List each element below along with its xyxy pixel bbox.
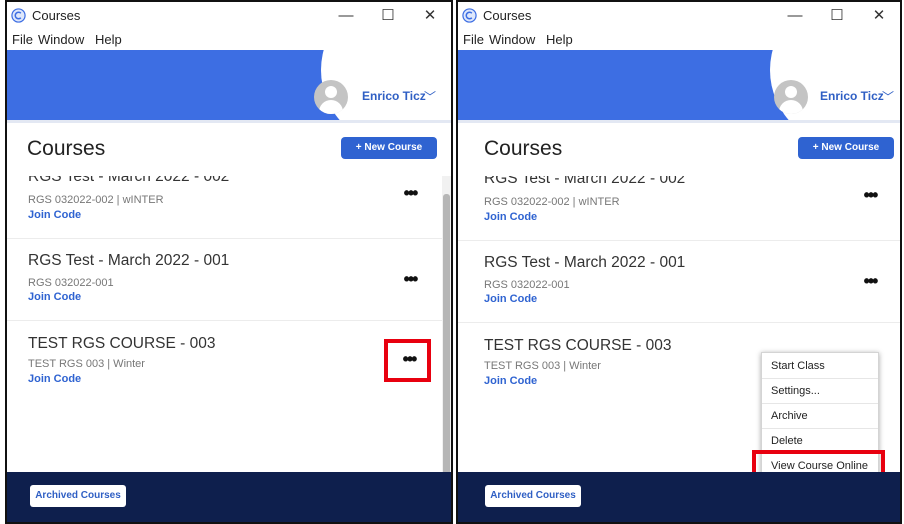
minimize-button[interactable]: — (325, 4, 367, 28)
courses-window-left: Courses — ☐ ✕ File Window Help Enrico Ti… (5, 0, 453, 524)
highlight-box (384, 339, 431, 382)
footer-bar: Archived Courses (7, 472, 451, 522)
join-code-link[interactable]: Join Code (28, 291, 81, 303)
window-title: Courses (32, 8, 81, 23)
minimize-button[interactable]: — (774, 4, 816, 28)
menu-help[interactable]: Help (546, 32, 573, 47)
courses-app-icon (462, 8, 477, 23)
course-item[interactable]: RGS Test - March 2022 - 001 RGS 032022-0… (7, 238, 451, 321)
more-options-icon[interactable]: ••• (855, 186, 885, 208)
course-title: TEST RGS COURSE - 003 (28, 335, 216, 352)
menu-item-start-class[interactable]: Start Class (762, 355, 878, 379)
user-name[interactable]: Enrico Ticz (362, 89, 426, 103)
more-options-icon[interactable]: ••• (395, 184, 425, 206)
maximize-button[interactable]: ☐ (816, 4, 858, 28)
close-button[interactable]: ✕ (409, 4, 451, 28)
avatar-icon[interactable] (314, 80, 348, 114)
course-item[interactable]: RGS Test - March 2022 - 002 RGS 032022-0… (458, 176, 900, 241)
join-code-link[interactable]: Join Code (28, 373, 81, 385)
course-item[interactable]: RGS Test - March 2022 - 001 RGS 032022-0… (458, 240, 900, 323)
course-item[interactable]: RGS Test - March 2022 - 002 RGS 032022-0… (7, 176, 451, 239)
course-list: RGS Test - March 2022 - 002 RGS 032022-0… (7, 176, 451, 472)
course-meta: TEST RGS 003 | Winter (28, 358, 145, 370)
window-title: Courses (483, 8, 532, 23)
menu-window[interactable]: Window (38, 32, 84, 47)
course-meta: RGS 032022-002 | wINTER (28, 194, 164, 206)
menu-item-label: Delete (771, 435, 803, 447)
courses-app-icon (11, 8, 26, 23)
course-title: RGS Test - March 2022 - 002 (28, 176, 230, 185)
archived-courses-button[interactable]: Archived Courses (485, 485, 581, 507)
join-code-link[interactable]: Join Code (484, 211, 537, 223)
chevron-down-icon[interactable]: ﹀ (424, 88, 436, 105)
course-meta: RGS 032022-001 (484, 279, 570, 291)
avatar-icon[interactable] (774, 80, 808, 114)
menu-bar: File Window Help (458, 30, 900, 50)
join-code-link[interactable]: Join Code (28, 209, 81, 221)
menu-item-archive[interactable]: Archive (762, 405, 878, 429)
course-meta: RGS 032022-001 (28, 277, 114, 289)
menu-file[interactable]: File (463, 32, 484, 47)
new-course-button[interactable]: + New Course (341, 137, 437, 159)
chevron-down-icon[interactable]: ﹀ (882, 88, 894, 105)
menu-file[interactable]: File (12, 32, 33, 47)
menu-item-settings[interactable]: Settings... (762, 380, 878, 404)
title-bar: Courses — ☐ ✕ (458, 2, 900, 30)
maximize-button[interactable]: ☐ (367, 4, 409, 28)
user-name[interactable]: Enrico Ticz (820, 89, 884, 103)
join-code-link[interactable]: Join Code (484, 375, 537, 387)
menu-bar: File Window Help (7, 30, 451, 50)
course-title: TEST RGS COURSE - 003 (484, 337, 672, 354)
course-title: RGS Test - March 2022 - 001 (484, 254, 686, 271)
footer-bar: Archived Courses (458, 472, 900, 522)
courses-window-right: Courses — ☐ ✕ File Window Help Enrico Ti… (456, 0, 902, 524)
menu-item-label: Start Class (771, 360, 825, 372)
course-meta: TEST RGS 003 | Winter (484, 360, 601, 372)
new-course-button[interactable]: + New Course (798, 137, 894, 159)
close-button[interactable]: ✕ (858, 4, 900, 28)
course-meta: RGS 032022-002 | wINTER (484, 196, 620, 208)
course-title: RGS Test - March 2022 - 001 (28, 252, 230, 269)
header-banner (458, 50, 900, 120)
menu-window[interactable]: Window (489, 32, 535, 47)
archived-courses-button[interactable]: Archived Courses (30, 485, 126, 507)
courses-header: Courses + New Course (7, 120, 451, 179)
page-title: Courses (27, 137, 106, 160)
course-title: RGS Test - March 2022 - 002 (484, 176, 686, 187)
scrollbar-thumb[interactable] (443, 194, 450, 472)
page-title: Courses (484, 137, 563, 160)
menu-help[interactable]: Help (95, 32, 122, 47)
more-options-icon[interactable]: ••• (395, 270, 425, 292)
join-code-link[interactable]: Join Code (484, 293, 537, 305)
title-bar: Courses — ☐ ✕ (7, 2, 451, 30)
header-banner (7, 50, 451, 120)
menu-item-label: Archive (771, 410, 808, 422)
more-options-icon[interactable]: ••• (855, 272, 885, 294)
menu-item-label: Settings... (771, 385, 820, 397)
scrollbar[interactable] (442, 176, 451, 472)
courses-header: Courses + New Course (458, 120, 900, 179)
